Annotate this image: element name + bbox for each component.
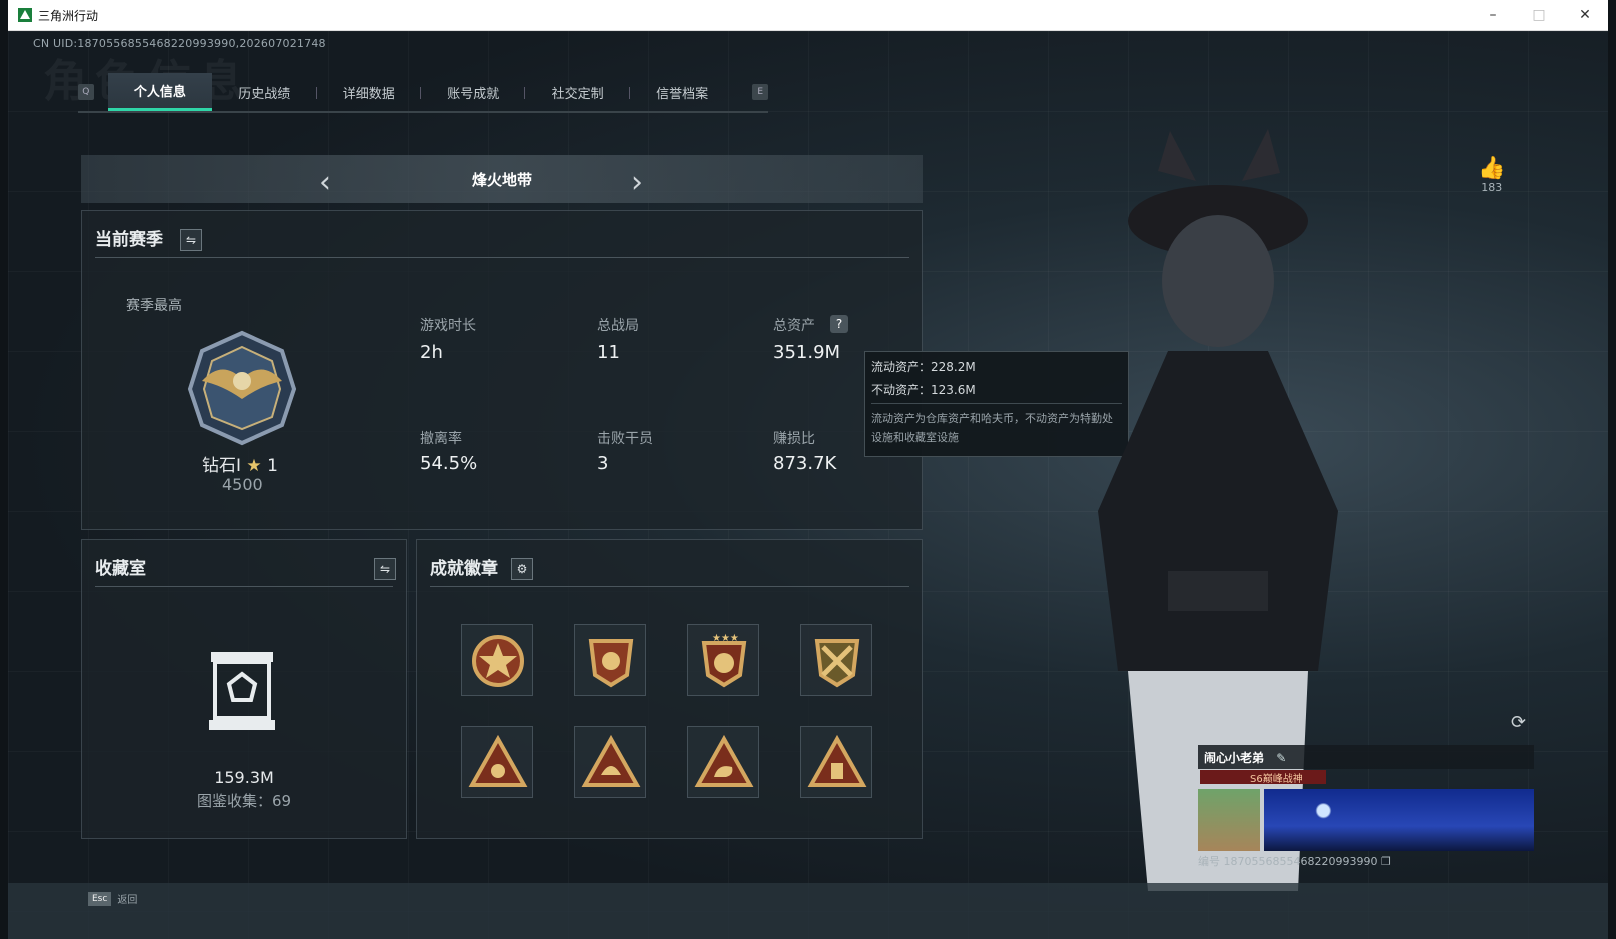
- minimize-button[interactable]: –: [1470, 0, 1516, 30]
- esc-key: Esc: [88, 891, 112, 906]
- swap-icon: ⇋: [379, 562, 391, 576]
- mode-next-button[interactable]: ›: [631, 165, 643, 200]
- window-title: 三角洲行动: [38, 8, 99, 23]
- tab-social[interactable]: 社交定制: [525, 73, 630, 111]
- stat-label: 总资产: [773, 318, 815, 334]
- profile-id-text: 编号 1870556855468220993990: [1198, 855, 1378, 868]
- star-badge-icon[interactable]: [461, 624, 533, 696]
- tab-label: 社交定制: [551, 86, 604, 102]
- arm-triangle-badge-icon[interactable]: [687, 726, 759, 798]
- svg-text:★★★: ★★★: [712, 633, 739, 644]
- tab-prev-key[interactable]: Q: [78, 84, 94, 100]
- tab-details[interactable]: 详细数据: [317, 73, 421, 111]
- shield-fist-badge-icon[interactable]: [574, 624, 646, 696]
- rank-emblem-icon: [187, 330, 297, 446]
- swap-collection-button[interactable]: ⇋: [374, 558, 396, 580]
- app-logo-icon: [18, 8, 32, 22]
- mode-prev-button[interactable]: ‹: [319, 165, 331, 200]
- tab-reputation[interactable]: 信誉档案: [630, 73, 734, 111]
- back-label: 返回: [117, 895, 138, 906]
- season-title: 当前赛季: [95, 230, 163, 250]
- profile-id: 编号 1870556855468220993990 ❐: [1198, 853, 1391, 869]
- collection-value: 159.3M: [214, 768, 274, 787]
- tab-label: 详细数据: [342, 86, 395, 102]
- uid-text: CN UID:1870556855468220993990,2026070217…: [33, 37, 326, 50]
- close-button[interactable]: ✕: [1562, 0, 1608, 30]
- profile-name: 闹心小老弟: [1204, 751, 1265, 765]
- maximize-button[interactable]: □: [1516, 0, 1562, 30]
- edit-icon[interactable]: ✎: [1276, 751, 1286, 765]
- gear-icon: ⚙: [516, 562, 528, 576]
- stat-value: 2h: [420, 342, 443, 363]
- bottom-bar: [8, 883, 1608, 939]
- crossed-rifles-badge-icon[interactable]: [800, 624, 872, 696]
- game-view: 角色信息 CN UID:1870556855468220993990,20260…: [8, 31, 1608, 939]
- backpack-triangle-badge-icon[interactable]: [800, 726, 872, 798]
- swap-icon: ⇋: [185, 233, 197, 247]
- swap-season-button[interactable]: ⇋: [180, 229, 202, 251]
- divider: [95, 257, 909, 258]
- horn-triangle-badge-icon[interactable]: [461, 726, 533, 798]
- star-icon: ★: [246, 456, 262, 476]
- shield-stars-badge-icon[interactable]: ★★★: [687, 624, 759, 696]
- rank-score: 4500: [222, 475, 263, 494]
- collection-panel[interactable]: 收藏室 ⇋ 159.3M 图鉴收集：69: [81, 539, 407, 839]
- tab-label: 个人信息: [133, 85, 186, 100]
- collection-title: 收藏室: [95, 559, 146, 579]
- rank-label: 钻石I ★ 1: [202, 451, 278, 476]
- help-icon[interactable]: ?: [830, 315, 848, 333]
- refresh-icon[interactable]: ⟳: [1511, 712, 1526, 733]
- rank-name: 钻石I: [202, 456, 242, 476]
- helmet-triangle-badge-icon[interactable]: [574, 726, 646, 798]
- stat-label: 赚损比: [773, 431, 815, 447]
- season-panel: 当前赛季 ⇋ 赛季最高 钻石I ★ 1 4500 游戏时长 2h 总战局 11 …: [81, 210, 923, 530]
- stat-value: 11: [597, 342, 620, 363]
- tab-label: 信誉档案: [656, 86, 709, 102]
- like-count: 183: [1481, 181, 1503, 194]
- tab-label: 历史战绩: [238, 86, 291, 102]
- mode-selector: ‹ 烽火地带 ›: [81, 155, 923, 203]
- divider: [430, 586, 909, 587]
- profile-banner: [1264, 789, 1534, 851]
- mode-title: 烽火地带: [471, 170, 532, 189]
- tab-history[interactable]: 历史战绩: [212, 73, 317, 111]
- stat-label: 击败干员: [597, 431, 653, 447]
- rank-tag: S6巅峰战神: [1200, 770, 1326, 785]
- badge-settings-button[interactable]: ⚙: [511, 558, 533, 580]
- badges-title: 成就徽章: [430, 559, 498, 579]
- window-titlebar: 三角洲行动 – □ ✕: [8, 0, 1608, 31]
- stat-label: 总战局: [597, 318, 639, 334]
- tab-personal-info[interactable]: 个人信息: [107, 73, 213, 111]
- tab-next-key[interactable]: E: [752, 84, 768, 100]
- rank-stars: 1: [267, 456, 278, 476]
- tab-bar: Q 个人信息 历史战绩 详细数据 账号成就 社交定制 信誉档案 E: [78, 73, 768, 113]
- divider: [95, 586, 393, 587]
- stat-value: 351.9M: [773, 342, 841, 363]
- display-case-icon: [209, 652, 275, 730]
- tab-achievements[interactable]: 账号成就: [421, 73, 526, 111]
- profile-card: 闹心小老弟 ✎ S6巅峰战神 编号 1870556855468220993990…: [1198, 745, 1534, 868]
- collection-count: 图鉴收集：69: [196, 792, 292, 810]
- copy-icon[interactable]: ❐: [1381, 855, 1391, 868]
- avatar[interactable]: [1198, 789, 1260, 851]
- stat-label: 游戏时长: [420, 318, 476, 334]
- stat-value: 3: [597, 453, 609, 474]
- profile-name-bar: 闹心小老弟 ✎: [1198, 745, 1534, 769]
- stat-value: 54.5%: [420, 453, 478, 474]
- badges-panel: 成就徽章 ⚙ ★★★: [416, 539, 923, 839]
- tab-label: 账号成就: [447, 86, 500, 102]
- back-button[interactable]: Esc 返回: [88, 891, 137, 906]
- like-widget[interactable]: 👍 183: [1478, 156, 1505, 194]
- stat-label: 撤离率: [420, 431, 462, 447]
- thumbs-up-icon[interactable]: 👍: [1478, 156, 1505, 181]
- season-best-label: 赛季最高: [126, 298, 182, 314]
- stat-value: 873.7K: [773, 453, 837, 474]
